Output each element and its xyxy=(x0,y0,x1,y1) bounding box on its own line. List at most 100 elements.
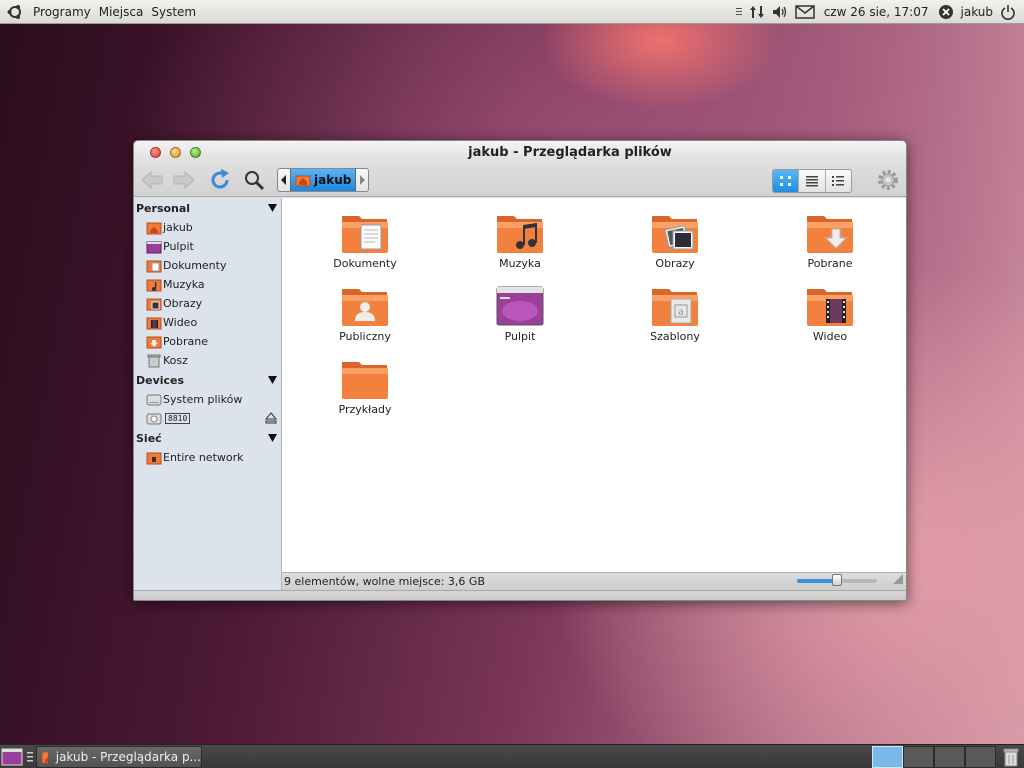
sidebar-item-dokumenty[interactable]: Dokumenty xyxy=(134,256,281,275)
folder-templates-icon: a xyxy=(652,289,698,326)
file-item-wideo[interactable]: Wideo xyxy=(770,285,890,349)
clock[interactable]: czw 26 sie, 17:07 xyxy=(818,5,935,19)
file-item-dokumenty[interactable]: Dokumenty xyxy=(305,212,425,276)
section-header: Sieć xyxy=(136,431,162,445)
sidebar-item-drive[interactable]: 8810 xyxy=(134,409,281,428)
show-desktop-icon[interactable] xyxy=(1,747,23,767)
zoom-slider[interactable] xyxy=(797,574,877,586)
file-item-muzyka[interactable]: Muzyka xyxy=(460,212,580,276)
folder-videos-icon xyxy=(146,316,162,330)
panel-handle-icon xyxy=(732,0,746,24)
workspace-4[interactable] xyxy=(965,746,996,768)
file-item-szablony[interactable]: a Szablony xyxy=(615,285,735,349)
file-item-pobrane[interactable]: Pobrane xyxy=(770,212,890,276)
file-item-przyklady[interactable]: Przykłady xyxy=(305,358,425,422)
file-view[interactable]: Dokumenty Muzyka Obrazy Pobrane Publiczn… xyxy=(282,198,906,572)
sidebar-section-devices[interactable]: Devices xyxy=(134,370,281,390)
file-item-publiczny[interactable]: Publiczny xyxy=(305,285,425,349)
sidebar-item-pulpit[interactable]: Pulpit xyxy=(134,237,281,256)
path-bar: jakub xyxy=(277,168,369,192)
search-button[interactable] xyxy=(240,167,268,193)
file-label: Muzyka xyxy=(499,257,541,270)
file-label: Publiczny xyxy=(339,330,391,343)
sidebar-item-label: Kosz xyxy=(163,354,188,367)
sidebar-item-label: Entire network xyxy=(163,451,244,464)
power-icon[interactable] xyxy=(997,0,1024,24)
workspace-1[interactable] xyxy=(872,746,903,768)
icon-view-button[interactable] xyxy=(773,170,800,192)
window-bottom-edge xyxy=(134,590,906,600)
home-folder-icon xyxy=(41,751,48,764)
folder-documents-icon xyxy=(342,216,388,253)
volume-icon[interactable] xyxy=(768,0,792,24)
sidebar-item-obrazy[interactable]: Obrazy xyxy=(134,294,281,313)
workspace-3[interactable] xyxy=(934,746,965,768)
file-label: Szablony xyxy=(650,330,700,343)
folder-pictures-icon xyxy=(146,297,162,311)
section-header: Devices xyxy=(136,373,185,387)
folder-music-icon xyxy=(146,278,162,292)
file-label: Pobrane xyxy=(807,257,853,270)
resize-grip-icon[interactable] xyxy=(892,573,904,588)
file-label: Wideo xyxy=(812,330,848,343)
file-item-obrazy[interactable]: Obrazy xyxy=(615,212,735,276)
desktop-icon xyxy=(146,240,162,254)
folder-music-icon xyxy=(497,216,543,253)
taskbar-item-file-browser[interactable]: jakub - Przeglądarka p... xyxy=(36,746,202,768)
top-panel: Programy Miejsca System czw 26 sie, 17:0… xyxy=(0,0,1024,24)
network-folder-icon xyxy=(146,451,162,465)
path-right-arrow[interactable] xyxy=(356,169,368,191)
menu-miejsca[interactable]: Miejsca xyxy=(95,0,148,24)
sidebar-item-muzyka[interactable]: Muzyka xyxy=(134,275,281,294)
forward-button[interactable] xyxy=(170,167,198,193)
bottom-panel: jakub - Przeglądarka p... xyxy=(0,744,1024,768)
sidebar-item-label: Pobrane xyxy=(163,335,208,348)
mail-icon[interactable] xyxy=(792,0,818,24)
folder-documents-icon xyxy=(146,259,162,273)
sidebar: Personal jakub Pulpit Dokumenty Muzyka O… xyxy=(134,198,282,590)
sidebar-section-personal[interactable]: Personal xyxy=(134,198,281,218)
folder-icon xyxy=(342,362,388,399)
folder-pictures-icon xyxy=(652,216,698,253)
window-title: jakub - Przeglądarka plików xyxy=(468,144,672,160)
sidebar-item-label: System plików xyxy=(163,393,243,406)
ubuntu-logo-icon[interactable] xyxy=(4,1,26,23)
menu-programy[interactable]: Programy xyxy=(29,0,95,24)
sidebar-item-kosz[interactable]: Kosz xyxy=(134,351,281,370)
list-view-button[interactable] xyxy=(799,170,826,192)
close-button[interactable] xyxy=(150,147,161,158)
network-icon[interactable] xyxy=(746,0,768,24)
sidebar-section-network[interactable]: Sieć xyxy=(134,428,281,448)
section-header: Personal xyxy=(136,201,191,215)
trash-icon[interactable] xyxy=(1000,747,1022,767)
menu-system[interactable]: System xyxy=(147,0,200,24)
path-crumb-home[interactable]: jakub xyxy=(290,169,356,191)
path-left-arrow[interactable] xyxy=(278,169,290,191)
reload-button[interactable] xyxy=(206,167,234,193)
toolbar: jakub xyxy=(134,163,906,197)
home-folder-icon xyxy=(295,175,311,187)
zoom-slider-handle[interactable] xyxy=(832,574,842,586)
sidebar-item-filesystem[interactable]: System plików xyxy=(134,390,281,409)
titlebar[interactable]: jakub - Przeglądarka plików xyxy=(134,141,906,163)
sidebar-item-label: Muzyka xyxy=(163,278,205,291)
desktop-folder-icon xyxy=(496,286,544,326)
optical-drive-icon xyxy=(146,412,162,426)
user-status-icon[interactable] xyxy=(935,0,957,24)
user-name[interactable]: jakub xyxy=(957,5,998,19)
eject-icon[interactable] xyxy=(264,412,278,427)
sidebar-item-wideo[interactable]: Wideo xyxy=(134,313,281,332)
sidebar-item-pobrane[interactable]: Pobrane xyxy=(134,332,281,351)
file-item-pulpit[interactable]: Pulpit xyxy=(460,285,580,349)
maximize-button[interactable] xyxy=(190,147,201,158)
minimize-button[interactable] xyxy=(170,147,181,158)
settings-gear-icon[interactable] xyxy=(874,167,902,193)
back-button[interactable] xyxy=(138,167,166,193)
file-browser-window: jakub - Przeglądarka plików jakub Person… xyxy=(133,140,907,601)
sidebar-item-entire-network[interactable]: Entire network xyxy=(134,448,281,467)
compact-view-button[interactable] xyxy=(826,170,851,192)
sidebar-item-jakub[interactable]: jakub xyxy=(134,218,281,237)
workspace-2[interactable] xyxy=(903,746,934,768)
sidebar-item-label: Obrazy xyxy=(163,297,203,310)
taskbar-item-label: jakub - Przeglądarka p... xyxy=(55,750,201,764)
